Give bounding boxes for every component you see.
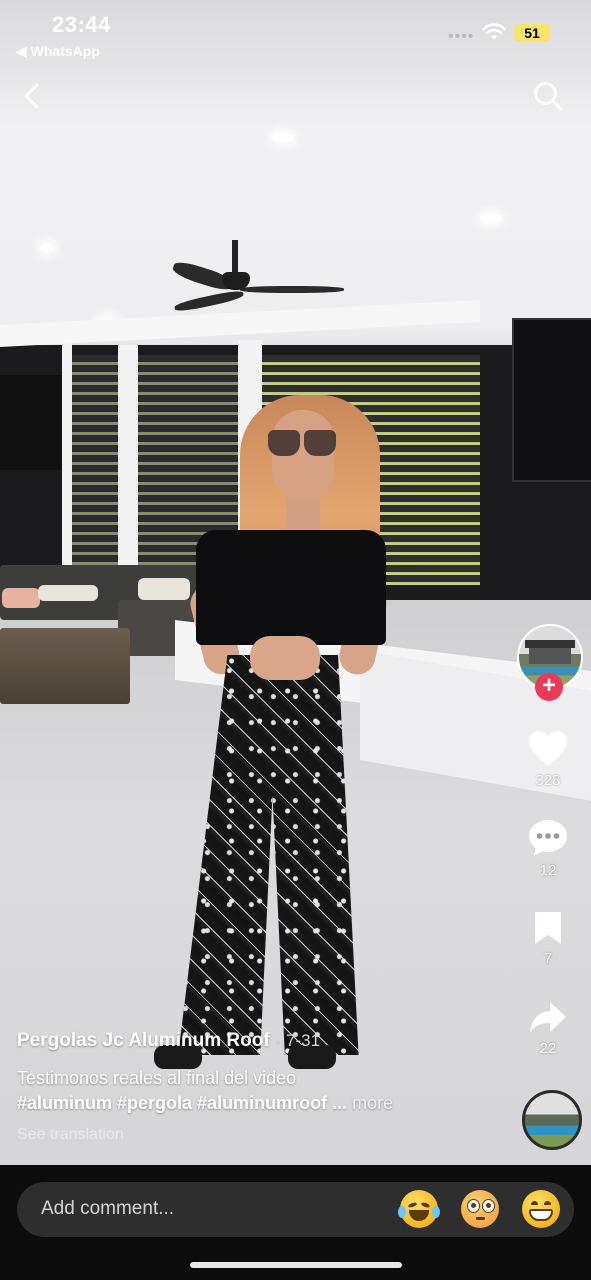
bookmark-icon [535, 912, 561, 944]
louver-panel [70, 355, 122, 585]
comment-count: 12 [539, 862, 557, 879]
see-translation-link[interactable]: See translation [17, 1126, 497, 1144]
comment-input[interactable]: Add comment... [17, 1182, 574, 1237]
follow-button[interactable]: + [535, 673, 563, 701]
like-count: 328 [535, 772, 561, 789]
coffee-table [0, 628, 130, 704]
caption-description: Testimonos reales al final del video [17, 1068, 297, 1088]
more-link[interactable]: more [352, 1093, 393, 1113]
grinning-face-emoji-icon[interactable] [522, 1190, 560, 1228]
share-arrow-icon [530, 1002, 566, 1033]
cushion [2, 588, 40, 608]
avatar-image [525, 640, 575, 648]
battery-indicator: 51 [514, 24, 550, 42]
author-name[interactable]: Pergolas Jc Aluminum Roof [17, 1030, 270, 1051]
comment-bubble-icon [529, 820, 567, 856]
search-icon[interactable] [532, 80, 564, 112]
fan-blade [240, 286, 344, 293]
author-line: Pergolas Jc Aluminum Roof · 7-31 [17, 1030, 497, 1052]
back-to-app-link[interactable]: ◀ WhatsApp [16, 43, 100, 60]
ceiling-light [480, 214, 502, 223]
chevron-left-icon[interactable] [20, 82, 44, 110]
like-button[interactable]: 328 [520, 730, 576, 789]
status-bar: 23:44 ◀ WhatsApp •••• 51 [0, 0, 591, 70]
heart-icon [529, 731, 567, 766]
cushion [138, 578, 190, 600]
save-count: 7 [543, 950, 553, 967]
avatar-image [529, 648, 571, 664]
person-hands [250, 636, 320, 680]
comment-placeholder: Add comment... [41, 1198, 175, 1219]
post-date: · 7-31 [275, 1031, 321, 1050]
share-count: 22 [539, 1040, 557, 1057]
home-indicator[interactable] [190, 1262, 402, 1268]
ceiling-light [272, 133, 294, 142]
status-time: 23:44 [52, 12, 111, 37]
wifi-icon [482, 23, 506, 40]
cushion [38, 585, 98, 601]
wall-tv [0, 375, 62, 470]
comment-button[interactable]: 12 [520, 818, 576, 879]
caption-text: Testimonos reales al final del video #al… [17, 1066, 497, 1116]
music-disc-icon[interactable] [522, 1090, 582, 1150]
tears-of-joy-emoji-icon[interactable] [398, 1190, 440, 1228]
video-player[interactable] [0, 0, 591, 1165]
video-caption: Pergolas Jc Aluminum Roof · 7-31 Testimon… [17, 1030, 497, 1144]
sunglasses [268, 430, 338, 456]
share-button[interactable]: 22 [520, 1000, 576, 1057]
flushed-face-emoji-icon[interactable] [461, 1190, 499, 1228]
person-top [196, 530, 386, 645]
pergola-post [118, 345, 138, 575]
caption-hashtags[interactable]: #aluminum #pergola #aluminumroof ... [17, 1093, 347, 1113]
ceiling-light [40, 243, 54, 252]
cellular-signal-icon: •••• [448, 28, 475, 45]
wall-tv [512, 318, 591, 482]
pergola-post [62, 340, 72, 580]
save-button[interactable]: 7 [520, 910, 576, 967]
